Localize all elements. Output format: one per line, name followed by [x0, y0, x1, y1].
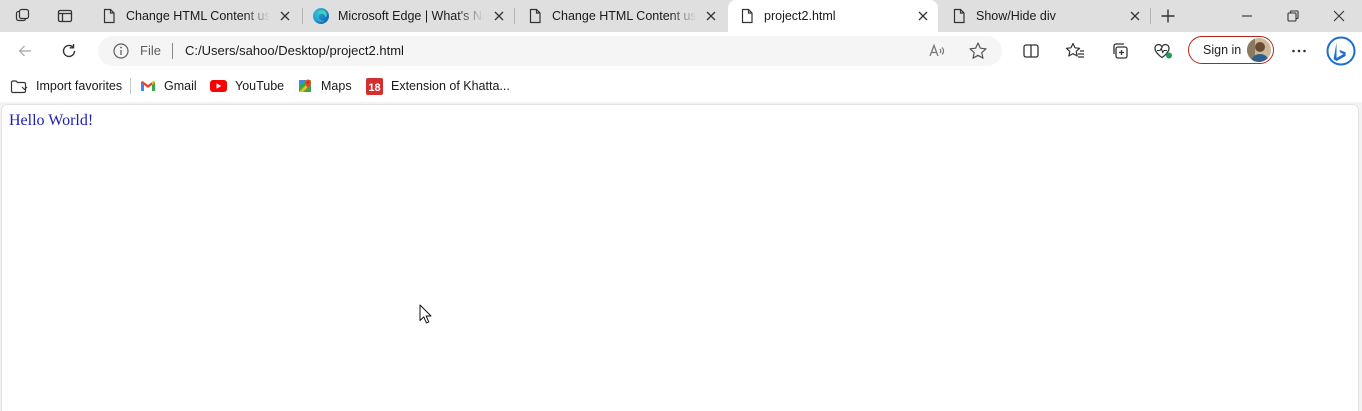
tab-title: Show/Hide div: [976, 9, 1056, 23]
collections-icon: [1111, 42, 1129, 60]
split-screen-icon: [1022, 42, 1040, 60]
vertical-tabs-icon: [57, 8, 73, 24]
favorites-item-youtube[interactable]: YouTube: [210, 76, 284, 96]
favorites-item-import[interactable]: Import favorites: [10, 76, 122, 96]
tab-title: Microsoft Edge | What's New: [338, 9, 484, 23]
eighteen-icon: 18: [366, 77, 383, 95]
close-icon[interactable]: [1126, 7, 1144, 25]
refresh-icon: [61, 43, 77, 59]
navigation-toolbar: File C:/Users/sahoo/Desktop/project2.htm…: [0, 32, 1362, 70]
tab-change-html-content-2[interactable]: Change HTML Content using: [516, 0, 726, 32]
tab-separator: [514, 8, 515, 24]
tab-actions-button[interactable]: [51, 4, 79, 28]
edge-icon: [312, 7, 330, 25]
tab-strip: Change HTML Content using Microsoft Edge…: [0, 0, 1362, 32]
favorites-button[interactable]: [1059, 36, 1091, 66]
bing-copilot-button[interactable]: [1324, 34, 1358, 68]
more-horizontal-icon: [1291, 43, 1307, 59]
tab-separator: [1150, 8, 1151, 24]
gmail-icon: [140, 80, 156, 92]
collections-button[interactable]: [1104, 36, 1136, 66]
svg-text:18: 18: [368, 82, 380, 94]
close-icon: [1333, 10, 1345, 22]
youtube-icon: [210, 80, 227, 92]
page-icon: [526, 7, 544, 25]
sign-in-label: Sign in: [1203, 43, 1242, 57]
favorites-item-extension-of-khatta[interactable]: 18 Extension of Khatta...: [366, 76, 510, 96]
tab-change-html-content-1[interactable]: Change HTML Content using: [90, 0, 300, 32]
sign-in-button[interactable]: Sign in: [1188, 36, 1274, 64]
browser-essentials-button[interactable]: [1147, 36, 1179, 66]
import-favorites-icon: [10, 78, 28, 94]
workspaces-button[interactable]: [9, 4, 37, 28]
back-arrow-icon: [17, 43, 33, 59]
read-aloud-icon[interactable]: [928, 42, 946, 60]
favorites-list-icon: [1065, 42, 1085, 60]
hello-world-text: Hello World!: [9, 112, 94, 129]
tab-title: Change HTML Content using: [126, 9, 270, 23]
split-screen-button[interactable]: [1015, 36, 1047, 66]
favorites-bar: Import favorites Gmail YouTube Maps 18 E…: [0, 70, 1362, 102]
close-icon[interactable]: [914, 7, 932, 25]
tab-microsoft-edge-whats-new[interactable]: Microsoft Edge | What's New: [302, 0, 514, 32]
restore-icon: [1287, 10, 1299, 22]
heart-pulse-icon: [1153, 42, 1173, 60]
tab-title: project2.html: [764, 9, 836, 23]
address-bar[interactable]: File C:/Users/sahoo/Desktop/project2.htm…: [98, 36, 1002, 66]
close-icon[interactable]: [490, 7, 508, 25]
favorites-divider: [130, 78, 131, 94]
refresh-button[interactable]: [53, 36, 85, 66]
tab-title: Change HTML Content using: [552, 9, 696, 23]
bing-icon: [1326, 36, 1356, 66]
favorites-item-label: Import favorites: [36, 79, 123, 93]
favorites-item-gmail[interactable]: Gmail: [140, 76, 197, 96]
new-tab-button[interactable]: [1154, 4, 1182, 28]
close-window-button[interactable]: [1316, 0, 1362, 32]
page-icon: [950, 7, 968, 25]
close-icon[interactable]: [702, 7, 720, 25]
back-button[interactable]: [9, 36, 41, 66]
mouse-cursor-icon: [419, 304, 432, 327]
page-icon: [738, 7, 756, 25]
maps-icon: [297, 78, 313, 94]
avatar: [1247, 38, 1271, 62]
favorites-item-label: Gmail: [164, 79, 197, 93]
favorites-item-maps[interactable]: Maps: [297, 76, 352, 96]
tab-show-hide-div[interactable]: Show/Hide div: [940, 0, 1150, 32]
info-icon[interactable]: [112, 42, 130, 60]
minimize-button[interactable]: [1224, 0, 1270, 32]
plus-icon: [1160, 8, 1176, 24]
url-text[interactable]: C:/Users/sahoo/Desktop/project2.html: [185, 43, 404, 58]
restore-button[interactable]: [1270, 0, 1316, 32]
settings-and-more-button[interactable]: [1283, 36, 1315, 66]
add-favorite-star-icon[interactable]: [968, 41, 988, 61]
page-content: Hello World!: [1, 104, 1359, 411]
page-icon: [100, 7, 118, 25]
minimize-icon: [1241, 10, 1253, 22]
workspaces-icon: [15, 8, 31, 24]
site-info-label[interactable]: File: [140, 43, 161, 58]
favorites-item-label: Maps: [321, 79, 352, 93]
address-divider: [172, 43, 173, 59]
favorites-item-label: YouTube: [235, 79, 285, 93]
close-icon[interactable]: [276, 7, 294, 25]
favorites-item-label: Extension of Khatta...: [391, 79, 510, 93]
tab-project2-html[interactable]: project2.html: [728, 0, 938, 32]
